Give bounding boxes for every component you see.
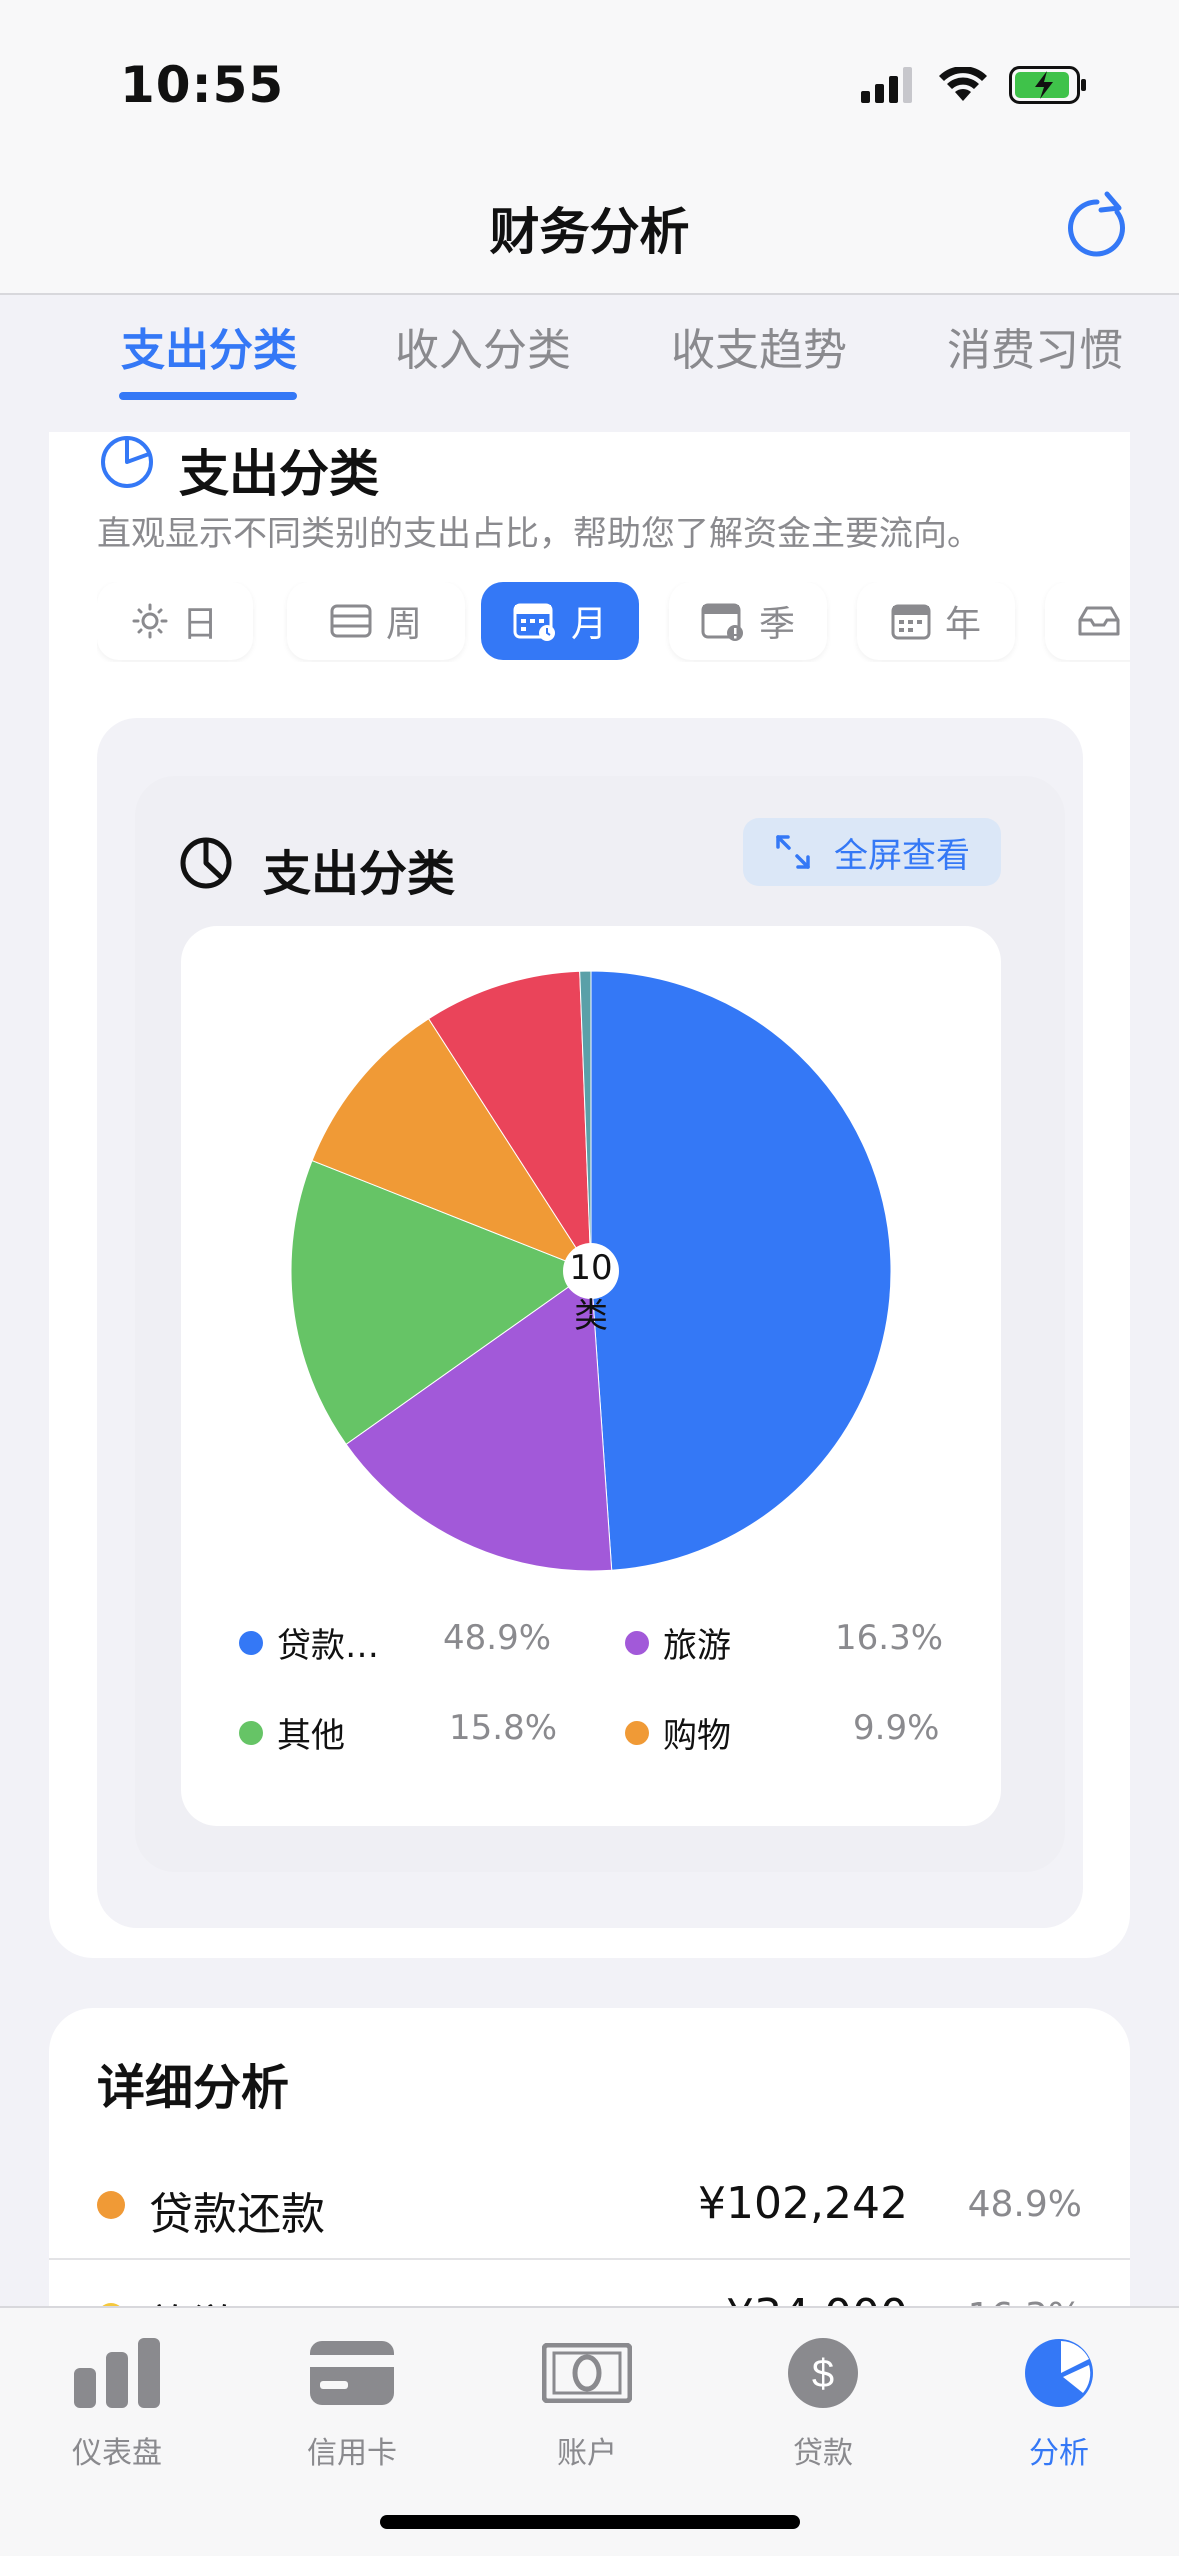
legend-pct: 48.9% <box>443 1618 552 1658</box>
sun-icon <box>132 603 168 639</box>
section-title: 支出分类 <box>179 445 379 503</box>
page-title: 财务分析 <box>489 203 690 261</box>
period-month-button[interactable]: 月 <box>481 582 639 660</box>
week-icon <box>330 604 372 638</box>
legend-label: 其他 <box>277 1716 345 1756</box>
tab-expense-category[interactable]: 支出分类 <box>121 314 297 378</box>
legend-dot <box>239 1720 263 1745</box>
expand-icon <box>776 835 810 869</box>
tab-trend[interactable]: 收支趋势 <box>671 314 847 378</box>
tab-label: 贷款 <box>793 2436 853 2471</box>
tray-icon <box>1078 606 1120 636</box>
period-year-label: 年 <box>944 604 981 645</box>
legend-dot <box>625 1630 649 1655</box>
calendar-month-icon <box>513 603 555 641</box>
fullscreen-button[interactable]: 全屏查看 <box>743 818 1001 886</box>
legend-item: 购物 <box>625 1708 731 1757</box>
svg-text:$: $ <box>812 2352 834 2396</box>
legend-pct: 9.9% <box>853 1708 940 1748</box>
legend-dot <box>239 1630 263 1655</box>
tab-credit-card[interactable]: 信用卡 <box>262 2330 442 2472</box>
period-day-label: 日 <box>181 604 218 645</box>
legend-item: 旅游 <box>625 1618 731 1667</box>
legend-pct: 15.8% <box>449 1708 558 1748</box>
calendar-quarter-icon <box>701 603 743 641</box>
period-all-button[interactable] <box>1045 582 1130 660</box>
period-day-button[interactable]: 日 <box>97 582 253 660</box>
section-description: 直观显示不同类别的支出占比，帮助您了解资金主要流向。 <box>97 514 981 554</box>
period-week-label: 周 <box>385 604 422 645</box>
pie-chart: 10类 贷款… 48.9% 旅游 16.3% 其他 15.8% 购物 9.9% <box>181 926 1001 1826</box>
pie-chart-icon <box>180 837 232 889</box>
legend-pct: 16.3% <box>835 1618 944 1658</box>
tab-label: 仪表盘 <box>72 2436 162 2471</box>
period-month-label: 月 <box>570 604 607 645</box>
analysis-tabs: 支出分类 收入分类 收支趋势 消费习惯 <box>49 296 1130 432</box>
detail-row[interactable]: 贷款还款 ¥102,242 48.9% <box>49 2150 1130 2260</box>
tab-label: 分析 <box>1029 2436 1089 2471</box>
category-pct: 48.9% <box>967 2184 1082 2225</box>
pie-slice[interactable] <box>590 970 892 1571</box>
legend-label: 购物 <box>663 1716 731 1756</box>
credit-card-icon <box>310 2341 394 2405</box>
screen: 10:55 财务分析 支出分类 收入分类 收支趋势 消费习惯 支出分类 直观显示… <box>0 0 1179 2556</box>
active-tab-indicator <box>119 392 297 400</box>
period-quarter-label: 季 <box>758 604 795 645</box>
calendar-year-icon <box>891 604 931 640</box>
pie-chart-icon <box>101 436 153 488</box>
pie-chart-icon <box>1025 2339 1093 2407</box>
battery-icon <box>1009 66 1086 104</box>
legend-label: 贷款… <box>277 1626 379 1666</box>
period-quarter-button[interactable]: 季 <box>669 582 827 660</box>
legend-label: 旅游 <box>663 1626 731 1666</box>
banknote-icon <box>542 2343 632 2403</box>
period-week-button[interactable]: 周 <box>287 582 465 660</box>
legend-item: 贷款… <box>239 1618 379 1667</box>
top-bar: 10:55 财务分析 <box>0 0 1179 295</box>
home-indicator <box>380 2515 800 2529</box>
chart-panel: 支出分类 全屏查看 10类 贷款… 48.9% 旅游 16.3% 其他 15.8… <box>135 776 1065 1872</box>
tab-income-category[interactable]: 收入分类 <box>395 314 571 378</box>
legend-item: 其他 <box>239 1708 345 1757</box>
tab-loan[interactable]: $ 贷款 <box>733 2330 913 2472</box>
status-time: 10:55 <box>120 56 285 114</box>
chart-container: 支出分类 全屏查看 10类 贷款… 48.9% 旅游 16.3% 其他 15.8… <box>97 718 1083 1928</box>
detail-title: 详细分析 <box>97 2060 290 2116</box>
refresh-icon <box>1068 191 1125 257</box>
pie-center-label: 10类 <box>569 1248 613 1336</box>
chart-title: 支出分类 <box>263 846 456 902</box>
tab-label: 信用卡 <box>307 2436 397 2471</box>
legend-dot <box>625 1720 649 1745</box>
refresh-button[interactable] <box>1059 190 1135 266</box>
tab-analysis[interactable]: 分析 <box>969 2330 1149 2472</box>
category-name: 贷款还款 <box>149 2189 325 2240</box>
category-dot <box>97 2191 125 2219</box>
tab-habits[interactable]: 消费习惯 <box>947 314 1123 378</box>
period-year-button[interactable]: 年 <box>857 582 1015 660</box>
tab-account[interactable]: 账户 <box>497 2330 677 2472</box>
expense-category-card: 支出分类 收入分类 收支趋势 消费习惯 支出分类 直观显示不同类别的支出占比，帮… <box>49 296 1130 1958</box>
dollar-circle-icon: $ <box>788 2338 858 2408</box>
period-selector: 日 周 月 季 年 <box>97 582 1130 662</box>
tab-dashboard[interactable]: 仪表盘 <box>27 2330 207 2472</box>
category-amount: ¥102,242 <box>698 2178 908 2229</box>
signal-icon <box>861 67 912 103</box>
wifi-icon <box>939 67 987 101</box>
tab-label: 账户 <box>557 2436 617 2471</box>
dashboard-icon <box>74 2338 160 2408</box>
status-icons <box>861 66 1089 104</box>
fullscreen-label: 全屏查看 <box>834 835 970 876</box>
